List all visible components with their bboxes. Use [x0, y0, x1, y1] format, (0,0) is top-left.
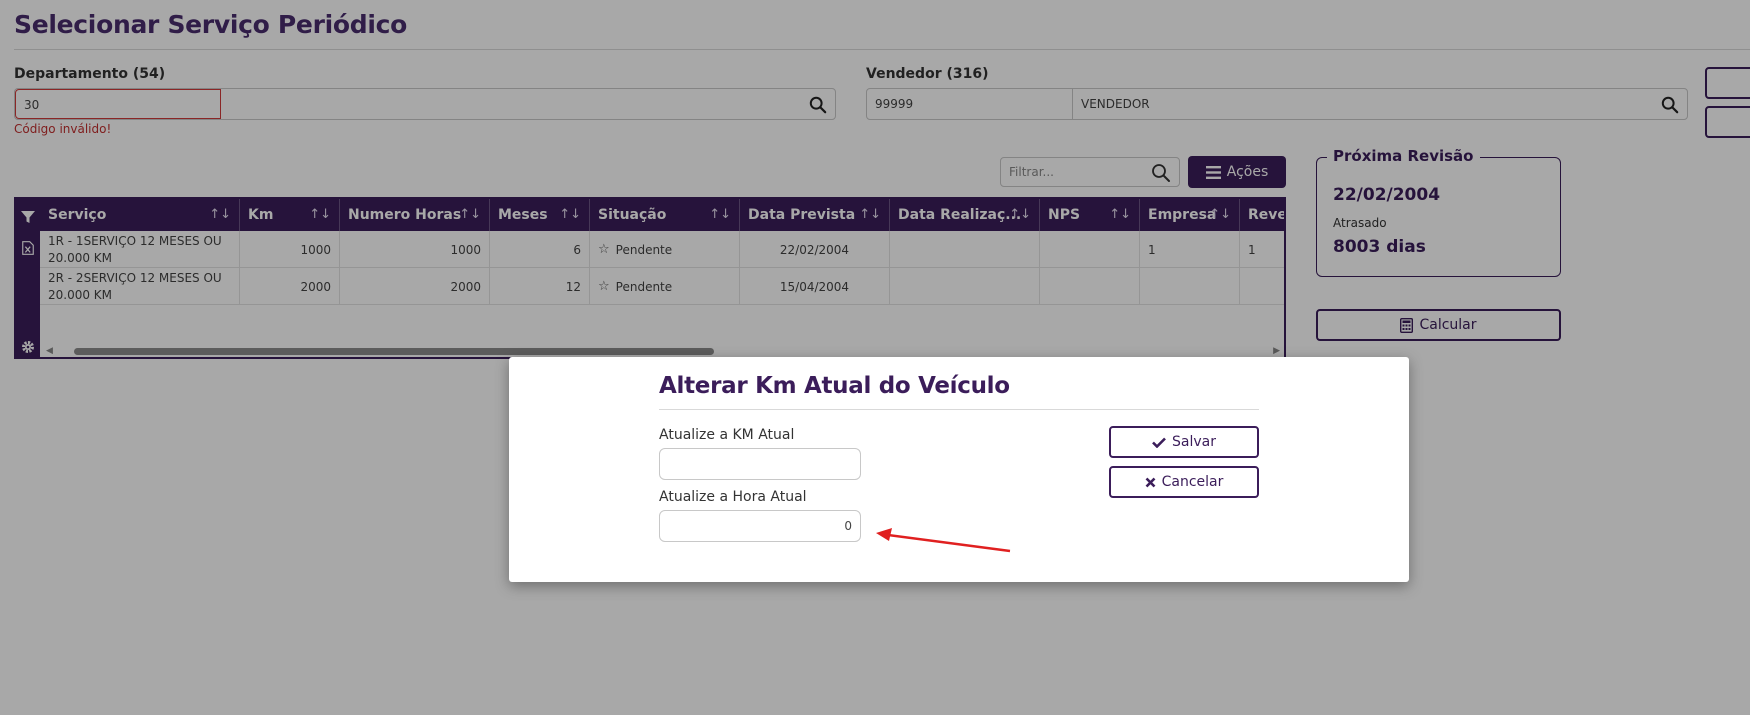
check-icon [1152, 437, 1166, 448]
hora-atual-input[interactable] [659, 510, 861, 542]
km-atual-input[interactable] [659, 448, 861, 480]
hora-atual-label: Atualize a Hora Atual [659, 489, 807, 505]
dialog-divider [659, 409, 1259, 410]
close-icon [1145, 477, 1156, 487]
salvar-label: Salvar [1172, 434, 1216, 450]
salvar-button[interactable]: Salvar [1109, 426, 1259, 458]
cancelar-label: Cancelar [1161, 474, 1224, 490]
km-atual-label: Atualize a KM Atual [659, 427, 795, 443]
alterar-km-dialog: Alterar Km Atual do Veículo Atualize a K… [509, 357, 1409, 582]
cancelar-button[interactable]: Cancelar [1109, 466, 1259, 498]
dialog-title: Alterar Km Atual do Veículo [659, 373, 1010, 399]
